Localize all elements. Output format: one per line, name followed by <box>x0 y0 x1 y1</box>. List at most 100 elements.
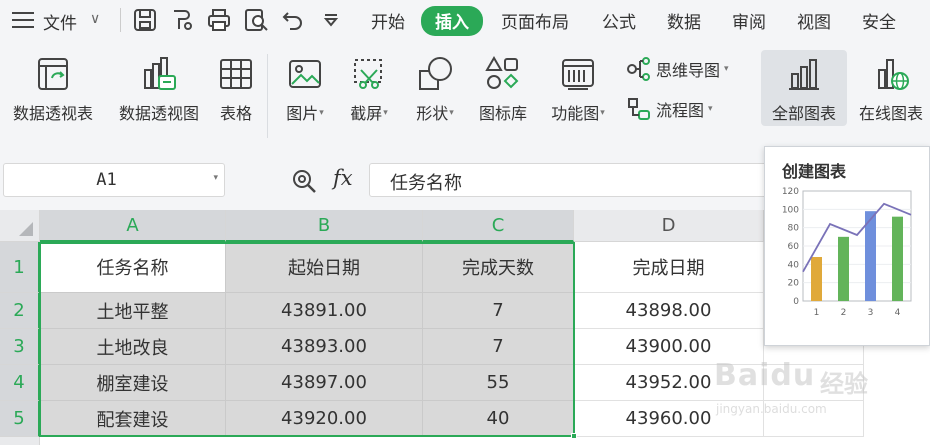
print-preview-icon[interactable] <box>243 7 269 33</box>
cell-a2[interactable]: 土地平整 <box>40 293 226 329</box>
row-header-3[interactable]: 3 <box>0 329 40 365</box>
column-header-b[interactable]: B <box>226 210 423 242</box>
cell-c2[interactable]: 7 <box>423 293 574 329</box>
pivot-table-button[interactable]: 数据透视表 <box>6 52 100 124</box>
flowchart-icon <box>628 98 650 120</box>
screenshot-label: 截屏 <box>350 104 383 123</box>
shape-label: 形状 <box>416 104 449 123</box>
tab-page-layout[interactable]: 页面布局 <box>501 8 569 33</box>
caret-down-icon: ▾ <box>449 108 454 118</box>
x-tick-label: 4 <box>895 308 901 318</box>
chevron-down-icon[interactable]: ∨ <box>90 11 100 27</box>
function-chart-icon <box>562 59 594 90</box>
tab-data[interactable]: 数据 <box>667 8 701 33</box>
cell-b2[interactable]: 43891.00 <box>226 293 423 329</box>
mind-map-button[interactable]: 思维导图 ▾ <box>626 56 729 82</box>
row-header-4[interactable]: 4 <box>0 365 40 401</box>
table-button[interactable]: 表格 <box>214 52 258 124</box>
cell-reference: A1 <box>96 170 117 190</box>
tooltip-title: 创建图表 <box>782 162 847 181</box>
formula-input[interactable]: 任务名称 <box>369 163 769 197</box>
online-charts-button[interactable]: 在线图表 <box>853 52 929 124</box>
tab-security[interactable]: 安全 <box>862 8 896 33</box>
function-chart-button[interactable]: 功能图▾ <box>544 52 612 124</box>
cell-b1[interactable]: 起始日期 <box>226 242 423 293</box>
y-tick-label: 120 <box>782 187 799 197</box>
online-chart-icon <box>878 59 909 90</box>
all-charts-button[interactable]: 全部图表 <box>761 50 847 126</box>
picture-label: 图片 <box>286 104 319 123</box>
cell-a1[interactable]: 任务名称 <box>40 242 226 293</box>
watermark-brand: Baidu <box>714 358 816 393</box>
tab-view[interactable]: 视图 <box>797 8 831 33</box>
tab-insert[interactable]: 插入 <box>421 6 483 36</box>
y-tick-label: 60 <box>788 242 800 252</box>
caret-down-icon: ▾ <box>383 108 388 118</box>
fill-handle[interactable] <box>571 433 577 439</box>
mind-map-label: 思维导图 <box>656 61 721 80</box>
chart-bar <box>811 257 822 301</box>
tab-home[interactable]: 开始 <box>371 8 405 33</box>
ribbon-separator <box>267 54 268 138</box>
chart-preview: 120 100 80 60 40 20 0 1 2 3 4 <box>782 187 912 318</box>
function-icon[interactable]: fx <box>333 166 353 190</box>
more-quick-actions-icon[interactable] <box>318 7 344 33</box>
hamburger-menu-icon[interactable] <box>12 12 34 28</box>
row-header-6[interactable] <box>0 437 40 445</box>
caret-down-icon: ▾ <box>319 108 324 118</box>
tab-formulas[interactable]: 公式 <box>602 8 636 33</box>
picture-button[interactable]: 图片▾ <box>278 52 332 124</box>
cell-a3[interactable]: 土地改良 <box>40 329 226 365</box>
caret-down-icon[interactable]: ▾ <box>213 173 218 183</box>
pivot-table-icon <box>38 58 68 90</box>
save-icon[interactable] <box>132 7 158 33</box>
select-all-corner[interactable] <box>0 210 40 242</box>
screenshot-button[interactable]: 截屏▾ <box>342 52 396 124</box>
cell-b4[interactable]: 43897.00 <box>226 365 423 401</box>
icon-library-label: 图标库 <box>478 104 527 123</box>
y-tick-label: 40 <box>788 260 800 270</box>
cell-a5[interactable]: 配套建设 <box>40 401 226 437</box>
file-menu[interactable]: 文件 <box>43 9 77 34</box>
cell-c3[interactable]: 7 <box>423 329 574 365</box>
tab-review[interactable]: 审阅 <box>732 8 766 33</box>
shape-icon <box>419 57 452 90</box>
column-header-a[interactable]: A <box>40 210 226 242</box>
format-painter-icon[interactable] <box>169 7 195 33</box>
print-icon[interactable] <box>206 7 232 33</box>
menu-separator <box>120 8 121 32</box>
cell-c1[interactable]: 完成天数 <box>423 242 574 293</box>
pivot-chart-label: 数据透视图 <box>118 104 199 123</box>
row-header-5[interactable]: 5 <box>0 401 40 437</box>
cell-b5[interactable]: 43920.00 <box>226 401 423 437</box>
pivot-chart-button[interactable]: 数据透视图 <box>112 52 206 124</box>
y-tick-label: 0 <box>793 297 799 307</box>
undo-icon[interactable] <box>280 7 306 33</box>
column-header-d[interactable]: D <box>574 210 764 242</box>
zoom-icon[interactable] <box>291 168 317 194</box>
cell-c5[interactable]: 40 <box>423 401 574 437</box>
picture-icon <box>289 60 321 88</box>
cell-b3[interactable]: 43893.00 <box>226 329 423 365</box>
caret-down-icon: ▾ <box>600 108 605 118</box>
scissors-icon <box>354 59 382 89</box>
table-label: 表格 <box>219 104 252 123</box>
chart-bar <box>838 236 849 301</box>
watermark-brand-suffix: 经验 <box>820 370 868 398</box>
row-header-1[interactable]: 1 <box>0 242 40 293</box>
cell-a4[interactable]: 棚室建设 <box>40 365 226 401</box>
column-header-c[interactable]: C <box>423 210 574 242</box>
bar-chart-icon <box>789 59 819 90</box>
shape-button[interactable]: 形状▾ <box>408 52 462 124</box>
function-chart-label: 功能图 <box>551 104 600 123</box>
cell-d2[interactable]: 43898.00 <box>574 293 764 329</box>
cell-d1[interactable]: 完成日期 <box>574 242 764 293</box>
cell-c4[interactable]: 55 <box>423 365 574 401</box>
insert-ribbon: 数据透视表 数据透视图 表格 图片▾ 截屏▾ 形状▾ 图标库 功能图▾ 思维导图… <box>0 40 930 146</box>
name-box[interactable]: A1 ▾ <box>3 163 225 197</box>
flowchart-button[interactable]: 流程图 ▾ <box>626 96 713 122</box>
row-header-2[interactable]: 2 <box>0 293 40 329</box>
y-tick-label: 80 <box>788 224 800 234</box>
icon-library-button[interactable]: 图标库 <box>474 52 532 124</box>
watermark-url: jingyan.baidu.com <box>716 402 827 416</box>
